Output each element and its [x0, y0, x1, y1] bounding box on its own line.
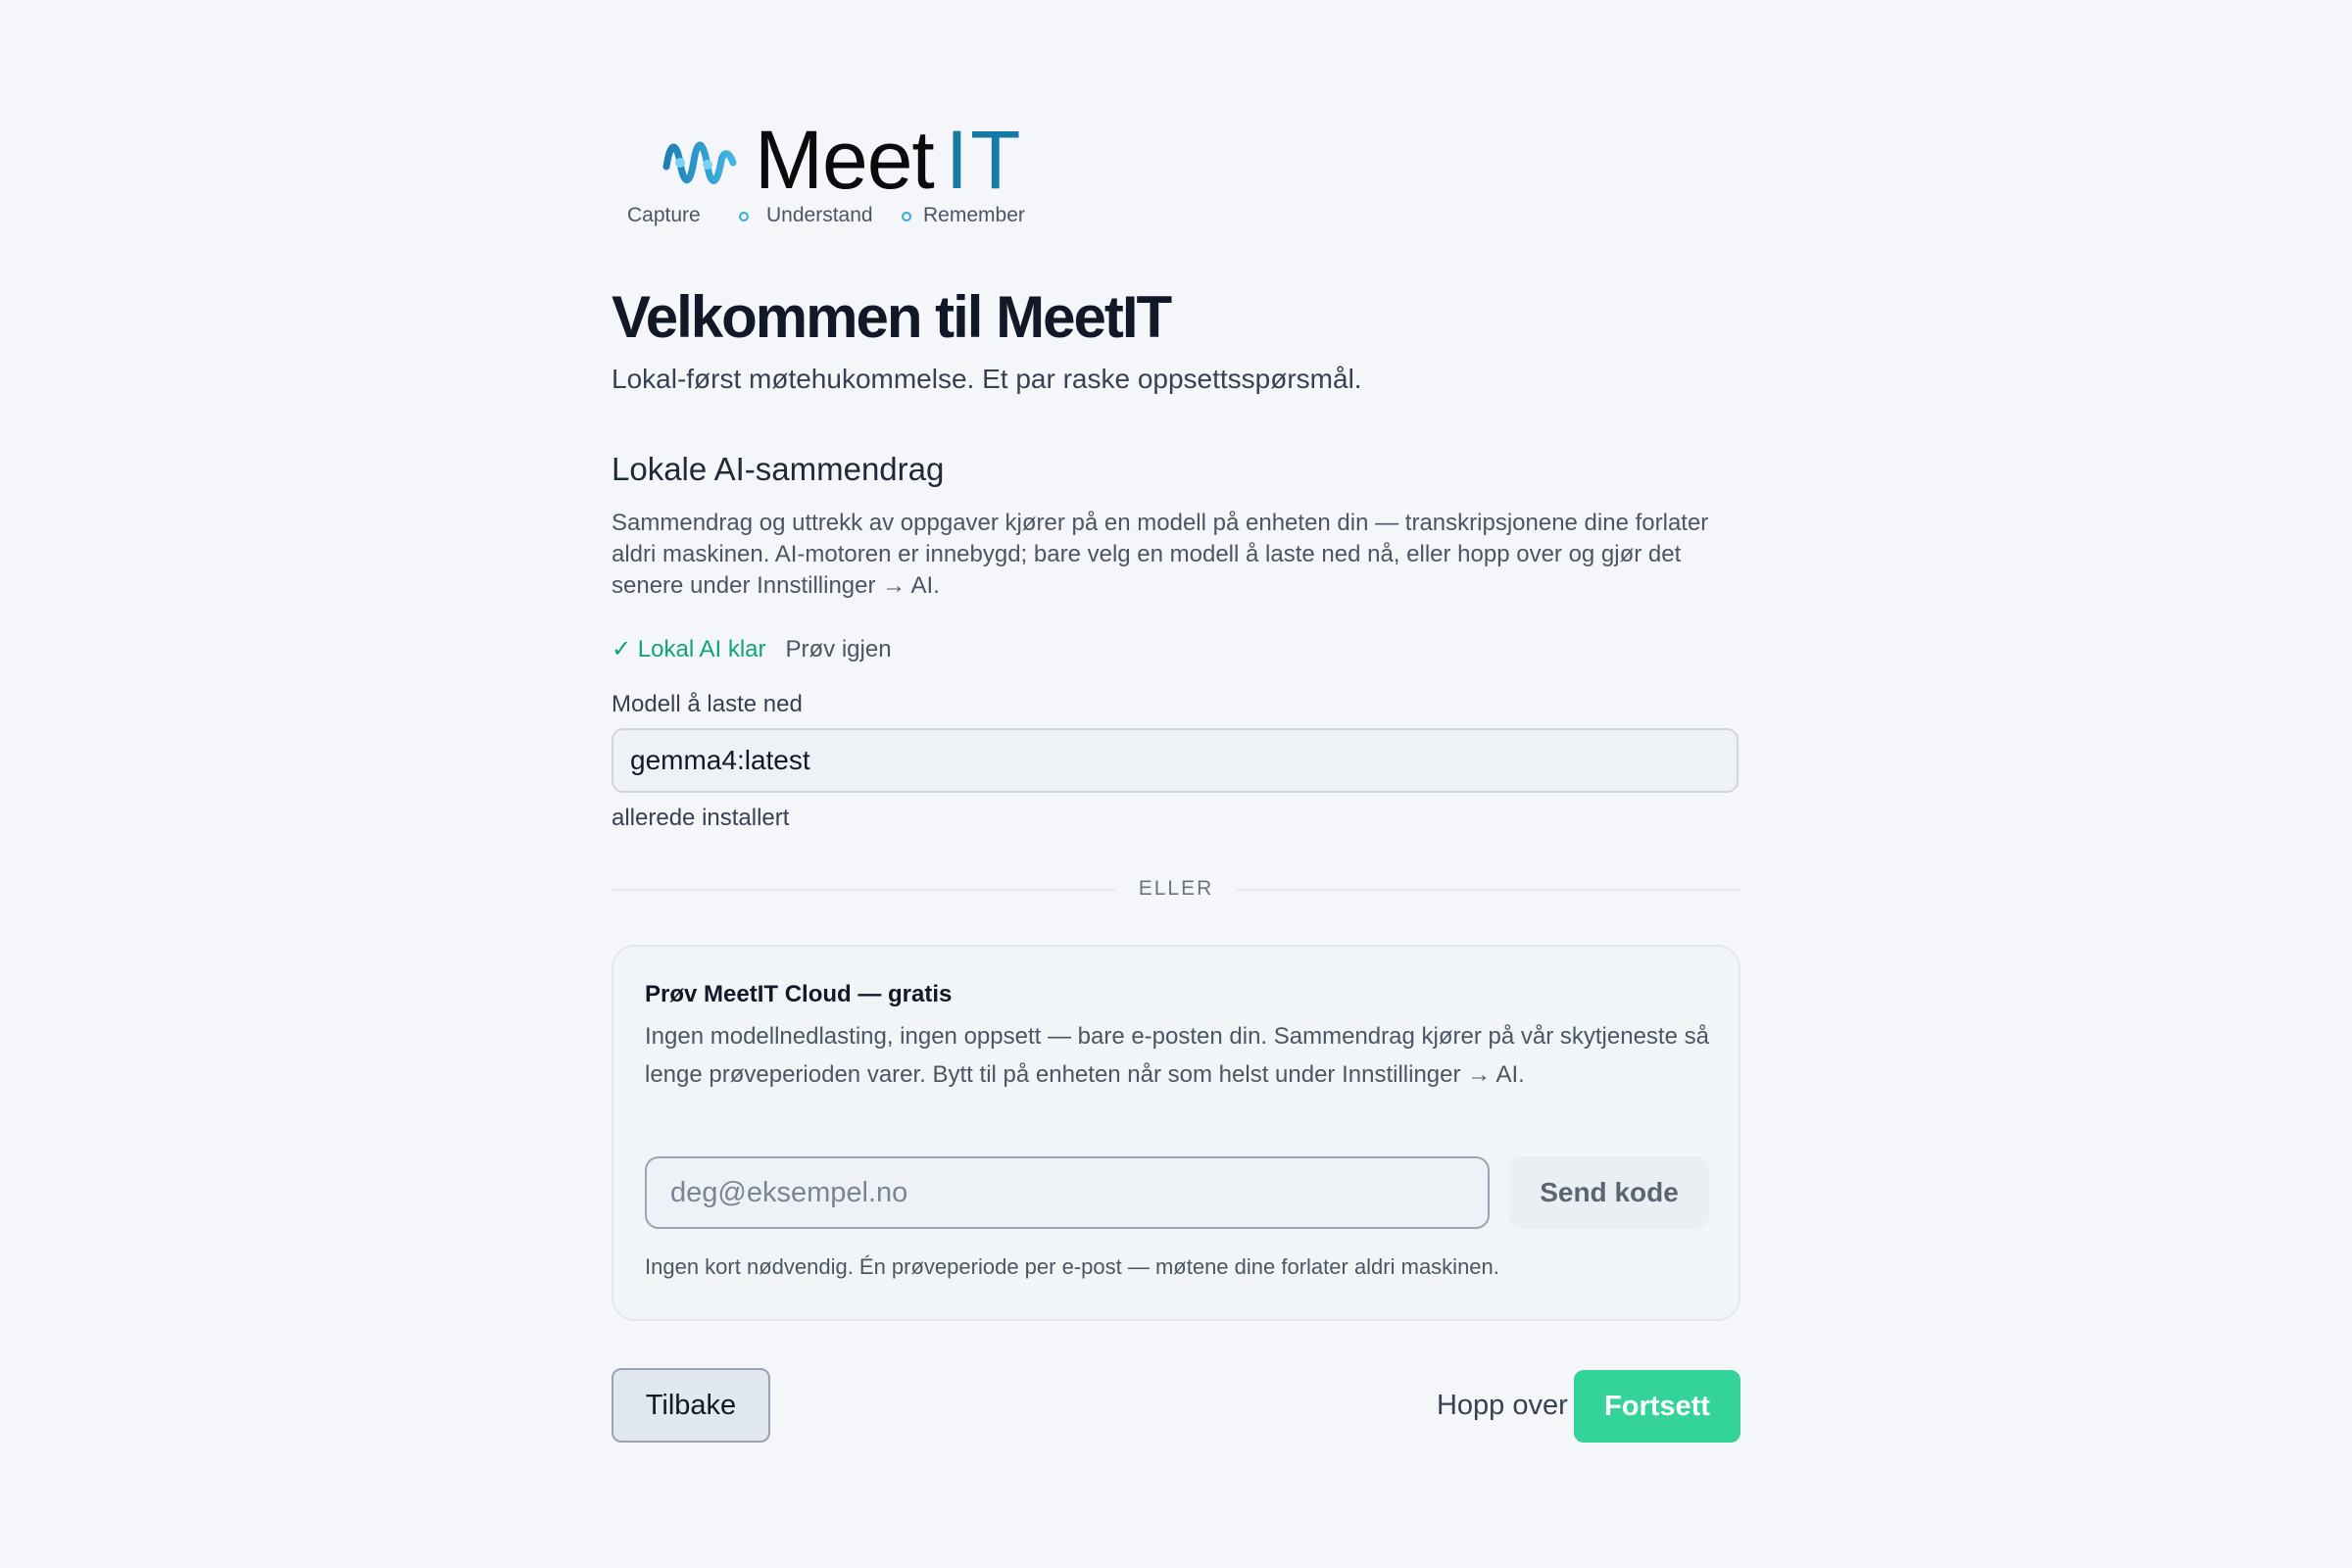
- divider-line-left: [612, 889, 1115, 891]
- retry-link[interactable]: Prøv igjen: [786, 636, 892, 662]
- local-ai-section-title: Lokale AI-sammendrag: [612, 451, 945, 487]
- waveform-logo-icon: [612, 127, 737, 198]
- tagline-dot-icon: [739, 212, 749, 221]
- tagline-understand: Understand: [766, 204, 873, 226]
- model-hint: allerede installert: [612, 805, 790, 831]
- model-input[interactable]: [612, 728, 1739, 793]
- cloud-card-title: Prøv MeetIT Cloud — gratis: [645, 981, 953, 1007]
- tagline-remember: Remember: [923, 204, 1025, 226]
- model-field-label: Modell å laste ned: [612, 691, 803, 717]
- local-ai-status-row: ✓ Lokal AI klar Prøv igjen: [612, 633, 892, 666]
- page-title: Velkommen til MeetIT: [612, 284, 1172, 350]
- cloud-card-note: Ingen kort nødvendig. Én prøveperiode pe…: [645, 1254, 1499, 1279]
- logo-tagline: Capture Understand Remember: [627, 203, 1049, 230]
- back-button[interactable]: Tilbake: [612, 1368, 770, 1443]
- or-divider: ELLER: [612, 874, 1740, 904]
- divider-label: ELLER: [1138, 877, 1214, 900]
- send-code-button[interactable]: Send kode: [1509, 1156, 1709, 1229]
- divider-line-right: [1237, 889, 1740, 891]
- tagline-dot-icon: [902, 212, 911, 221]
- page-subtitle: Lokal-først møtehukommelse. Et par raske…: [612, 364, 1362, 394]
- continue-button[interactable]: Fortsett: [1574, 1370, 1740, 1443]
- tagline-capture: Capture: [627, 204, 701, 226]
- local-ai-description: Sammendrag og uttrekk av oppgaver kjører…: [612, 510, 1709, 599]
- cloud-card-description: Ingen modellnedlasting, ingen oppsett — …: [645, 1023, 1709, 1088]
- logo-wordmark: Meet IT: [755, 116, 1022, 204]
- email-input[interactable]: [645, 1156, 1490, 1229]
- meetit-logo: Meet IT Capture Understand Remember: [612, 116, 1043, 233]
- onboarding-page: Meet IT Capture Understand Remember Velko…: [612, 0, 1740, 1568]
- logo-word-it: IT: [945, 114, 1023, 206]
- local-ai-status: ✓ Lokal AI klar: [612, 636, 766, 662]
- logo-word-meet: Meet: [755, 114, 935, 206]
- cloud-trial-card: Prøv MeetIT Cloud — gratis Ingen modelln…: [612, 945, 1740, 1321]
